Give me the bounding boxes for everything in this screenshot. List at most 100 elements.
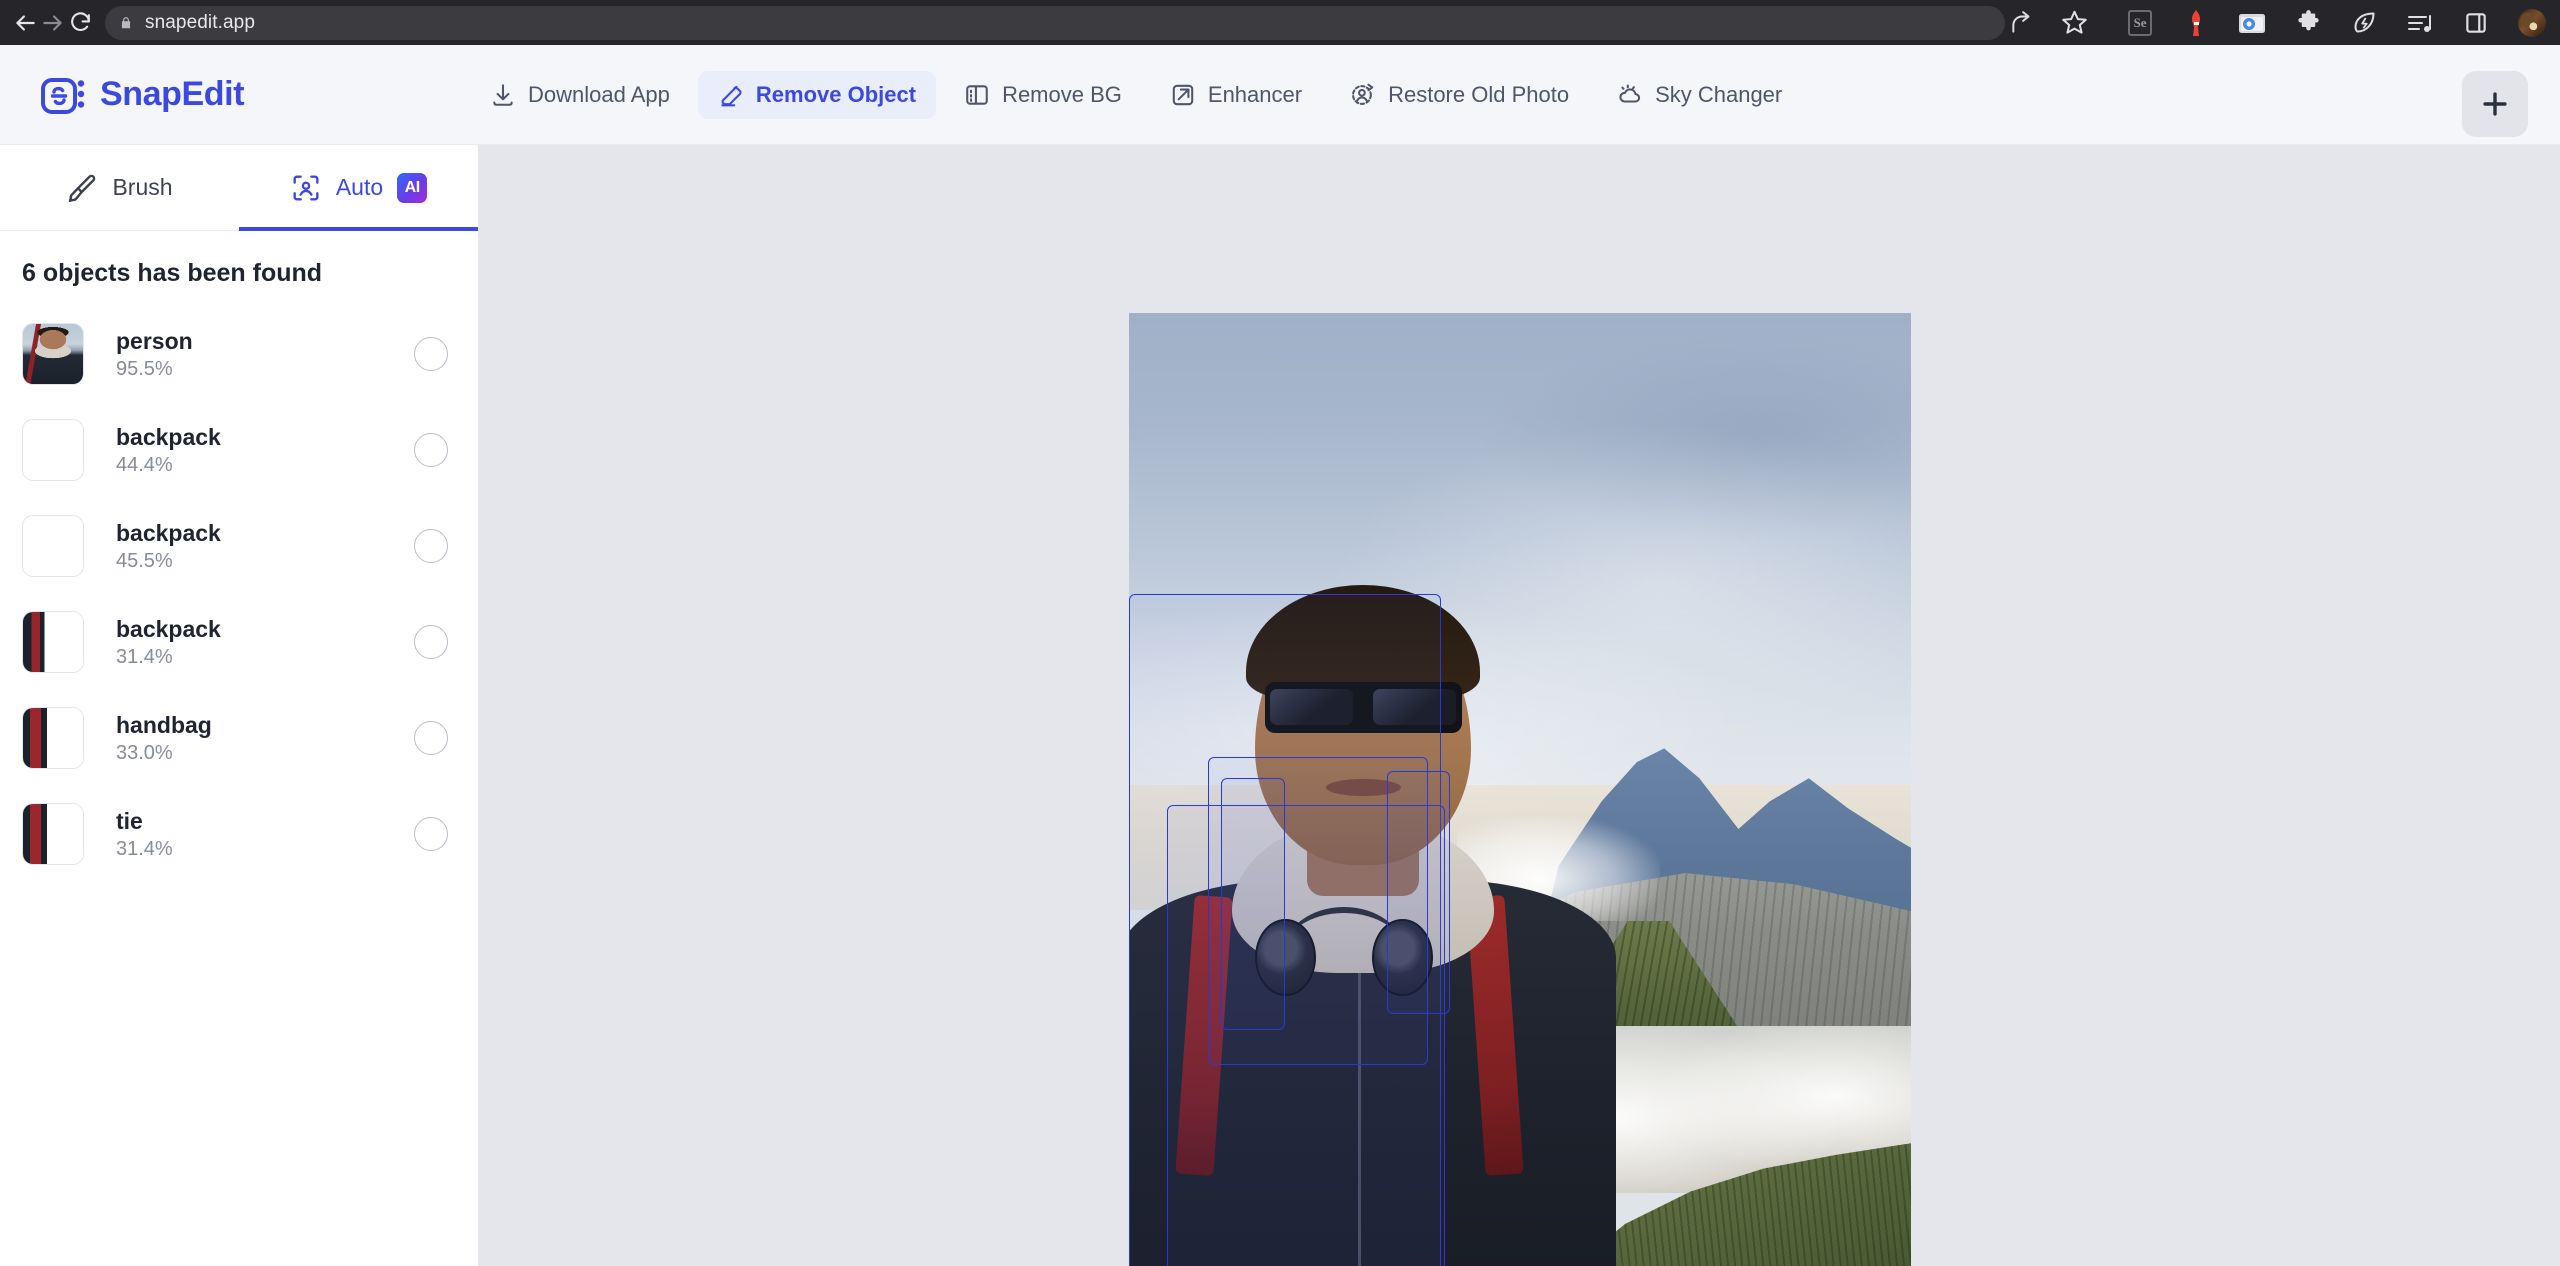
photo-image[interactable]: [1128, 313, 1911, 1266]
portrait-restore-icon: [1352, 83, 1374, 105]
object-select-radio[interactable]: [414, 337, 448, 371]
tab-auto[interactable]: Auto AI: [239, 145, 478, 231]
list-item-person[interactable]: person 95.5%: [0, 306, 478, 402]
cloud-sun-icon: [1619, 83, 1641, 103]
eraser-icon: [721, 85, 742, 106]
forward-button[interactable]: [40, 4, 66, 42]
objects-found-title: 6 objects has been found: [22, 259, 323, 287]
leaf-performance-icon[interactable]: [2349, 8, 2379, 38]
browser-actions: Se: [2007, 8, 2560, 38]
app-body: Brush Auto AI 6 objects has been found p…: [0, 145, 2560, 1266]
object-meta: backpack 45.5%: [116, 519, 414, 573]
face-scan-icon: [293, 174, 319, 201]
backpack-thumb-3: [22, 611, 84, 673]
puzzle-extensions-button[interactable]: [2293, 8, 2323, 38]
selenium-extension-icon[interactable]: Se: [2125, 8, 2155, 38]
object-select-radio[interactable]: [414, 529, 448, 563]
reload-button[interactable]: [68, 4, 93, 42]
photo-person: [1128, 585, 1617, 1266]
photo-person-sunglasses: [1264, 682, 1462, 733]
brush-icon: [69, 174, 96, 202]
photo-headphone-left: [1255, 918, 1317, 997]
brand-name: SnapEdit: [100, 75, 245, 113]
back-button[interactable]: [12, 4, 38, 42]
add-image-button[interactable]: [2462, 71, 2528, 137]
bookmark-button[interactable]: [2059, 8, 2089, 38]
nav-remove-object-label: Remove Object: [755, 81, 917, 107]
chrome-media-extension-icon[interactable]: [2237, 8, 2267, 38]
forward-arrow-icon: [43, 14, 62, 31]
nav-restore-old-photo[interactable]: Restore Old Photo: [1330, 71, 1589, 119]
main-nav: Download App Remove Object Remove BG Enh…: [470, 70, 1802, 119]
object-meta: backpack 31.4%: [116, 615, 414, 669]
list-item-handbag[interactable]: handbag 33.0%: [0, 690, 478, 786]
profile-avatar[interactable]: [2517, 8, 2547, 38]
tab-brush-label: Brush: [112, 174, 173, 200]
url-text: snapedit.app: [145, 11, 256, 33]
brand-logo[interactable]: SnapEdit: [40, 71, 470, 119]
nav-download-app[interactable]: Download App: [470, 71, 690, 119]
object-select-radio[interactable]: [414, 817, 448, 851]
tab-auto-label: Auto: [335, 174, 384, 200]
leaf-icon: [2353, 12, 2375, 33]
object-select-radio[interactable]: [414, 625, 448, 659]
object-label: backpack: [116, 616, 221, 643]
list-item-backpack-3[interactable]: backpack 31.4%: [0, 594, 478, 690]
object-meta: handbag 33.0%: [116, 711, 414, 765]
object-select-radio[interactable]: [414, 721, 448, 755]
backpack-thumb-2: [22, 515, 84, 577]
browser-toolbar: snapedit.app Se: [0, 0, 2560, 45]
download-icon: [493, 83, 513, 106]
tie-thumb: [22, 803, 84, 865]
handbag-thumb: [22, 707, 84, 769]
object-score: 31.4%: [116, 837, 173, 860]
backpack-thumb-3-art: [23, 612, 83, 672]
person-thumb: [22, 323, 84, 385]
chrome-folder-icon: [2239, 13, 2265, 33]
nav-remove-bg-label: Remove BG: [1002, 81, 1122, 107]
tie-thumb-art: [23, 804, 83, 864]
side-panel-icon[interactable]: [2461, 8, 2491, 38]
object-list: person 95.5% backpack 44.4% backpack 45.…: [0, 306, 478, 1266]
tab-brush[interactable]: Brush: [0, 145, 239, 230]
plus-icon: [2483, 92, 2507, 116]
object-label: handbag: [116, 712, 212, 739]
extension-icons: Se: [2125, 8, 2560, 38]
media-playlist-icon[interactable]: [2405, 8, 2435, 38]
list-item-backpack-2[interactable]: backpack 45.5%: [0, 498, 478, 594]
object-meta: tie 31.4%: [116, 807, 414, 861]
panel-icon: [2466, 12, 2486, 33]
list-item-tie[interactable]: tie 31.4%: [0, 786, 478, 882]
reload-icon: [71, 12, 90, 32]
nav-enhancer[interactable]: Enhancer: [1150, 71, 1322, 119]
nav-enhancer-label: Enhancer: [1207, 81, 1303, 107]
selenium-extension-label: Se: [2128, 9, 2152, 36]
address-bar[interactable]: snapedit.app: [105, 5, 2005, 40]
lock-icon: [121, 16, 131, 28]
object-label: tie: [116, 808, 143, 835]
star-icon: [2061, 10, 2087, 34]
app-header: SnapEdit Download App Remove Object Remo…: [0, 45, 2560, 145]
nav-restore-old-photo-label: Restore Old Photo: [1388, 81, 1570, 107]
photo-person-zipper: [1358, 926, 1362, 1266]
editor-canvas[interactable]: [479, 145, 2560, 1266]
person-thumb-face: [23, 324, 83, 384]
nav-download-app-label: Download App: [528, 81, 670, 107]
list-item-backpack-1[interactable]: backpack 44.4%: [0, 402, 478, 498]
playlist-icon: [2408, 14, 2431, 32]
ai-badge: AI: [397, 172, 428, 203]
lighthouse-extension-icon[interactable]: [2181, 8, 2211, 38]
nav-sky-changer[interactable]: Sky Changer: [1597, 71, 1802, 119]
backpack-thumb-1: [22, 419, 84, 481]
share-icon: [2012, 10, 2030, 33]
nav-remove-bg[interactable]: Remove BG: [944, 71, 1142, 119]
object-select-radio[interactable]: [414, 433, 448, 467]
object-meta: backpack 44.4%: [116, 423, 414, 477]
handbag-thumb-art: [23, 708, 83, 768]
object-label: backpack: [116, 424, 221, 451]
share-button[interactable]: [2007, 8, 2037, 38]
sidebar: Brush Auto AI 6 objects has been found p…: [0, 145, 479, 1266]
sidebar-tabs: Brush Auto AI: [0, 145, 478, 231]
expand-arrow-icon: [1172, 84, 1194, 105]
nav-remove-object[interactable]: Remove Object: [697, 70, 937, 119]
